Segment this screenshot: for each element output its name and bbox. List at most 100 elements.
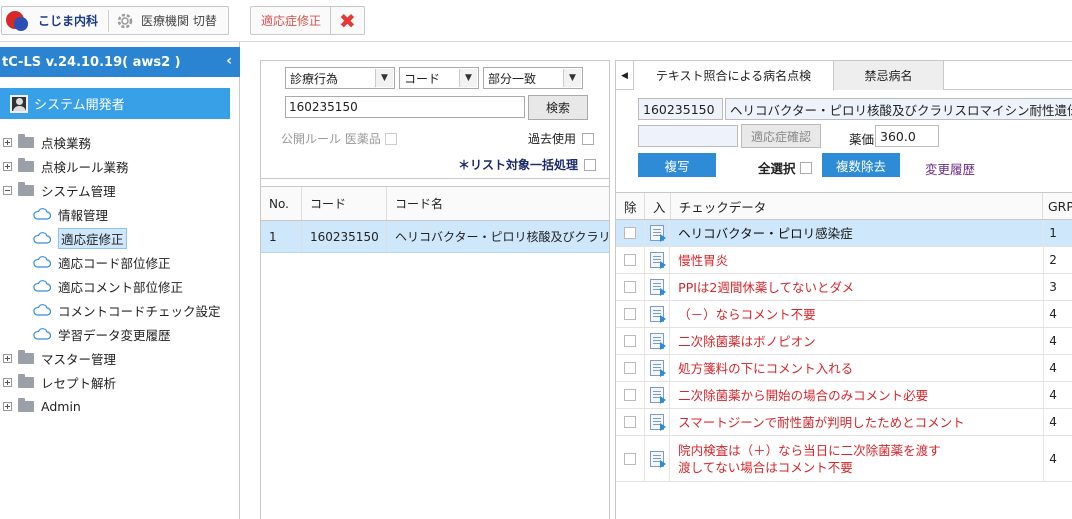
tree-item-comment-site-edit[interactable]: 適応コメント部位修正 — [0, 274, 240, 298]
indication-confirm-button[interactable]: 適応症確認 — [741, 124, 821, 148]
past-use-checkbox[interactable] — [582, 132, 595, 145]
row-checkbox[interactable] — [623, 227, 636, 239]
table-row[interactable]: 二次除菌薬から開始の場合のみコメント必要 4 — [616, 382, 1072, 409]
collapse-tree-icon[interactable] — [3, 185, 12, 195]
close-icon[interactable]: ✖ — [331, 6, 364, 35]
tree-item-comment-check[interactable]: コメントコードチェック設定 — [0, 298, 240, 322]
clinic-box: こじま内科 医療機関 切替 — [1, 6, 229, 35]
expand-icon[interactable] — [3, 401, 12, 411]
document-edit-icon[interactable] — [649, 450, 666, 468]
col-input-header[interactable]: 入 — [645, 193, 671, 219]
table-row[interactable]: PPIは2週間休薬してないとダメ 3 — [616, 274, 1072, 301]
col-check-data-header[interactable]: チェックデータ — [671, 193, 1043, 219]
user-bar[interactable]: システム開発者 — [0, 88, 230, 119]
document-edit-icon[interactable] — [649, 360, 666, 377]
collapse-icon[interactable]: ‹ — [226, 53, 232, 69]
tree-label: 適応コード部位修正 — [58, 255, 171, 271]
document-edit-icon[interactable] — [649, 414, 666, 431]
tree-item-indication-edit[interactable]: 適応症修正 — [0, 226, 240, 250]
row-input-cell — [645, 274, 671, 300]
row-remove-cell — [616, 409, 645, 435]
row-checkbox[interactable] — [623, 335, 636, 347]
category-select[interactable]: 診療行為 ▼ — [285, 67, 395, 89]
table-row[interactable]: 院内検査は（＋）なら当日に二次除菌薬を渡す 渡してない場合はコメント不要 4 — [616, 436, 1072, 482]
tree-item-system-admin[interactable]: システム管理 — [0, 178, 240, 202]
document-edit-icon[interactable] — [649, 279, 666, 296]
row-checkbox[interactable] — [623, 416, 636, 428]
copy-button[interactable]: 複写 — [638, 153, 716, 177]
col-grp-header[interactable]: GRP — [1043, 193, 1072, 219]
open-tab-label[interactable]: 適応症修正 — [251, 12, 330, 29]
table-row[interactable]: スマートジーンで耐性菌が判明したためとコメント 4 — [616, 409, 1072, 436]
multi-remove-button[interactable]: 複数除去 — [822, 153, 900, 177]
select-all-label: 全選択 — [758, 161, 796, 176]
switch-clinic-button[interactable]: 医療機関 切替 — [141, 12, 217, 29]
row-input-cell — [645, 355, 671, 381]
search-button[interactable]: 検索 — [528, 95, 588, 120]
expand-icon[interactable] — [3, 353, 12, 363]
select-all-checkbox[interactable] — [799, 161, 812, 174]
app-logo — [4, 8, 30, 34]
indication-input[interactable] — [638, 125, 738, 147]
tree-item-receipt-analysis[interactable]: レセプト解析 — [0, 370, 240, 394]
change-history-link[interactable]: 変更履歴 — [925, 159, 975, 178]
table-row[interactable]: ヘリコバクター・ピロリ感染症 1 — [616, 220, 1072, 247]
document-edit-icon[interactable] — [649, 306, 666, 323]
row-checkbox[interactable] — [623, 362, 636, 374]
row-input-cell — [645, 247, 671, 273]
document-edit-icon[interactable] — [649, 333, 666, 350]
row-checkbox[interactable] — [623, 389, 636, 401]
tab-text-matching[interactable]: テキスト照合による病名点検 — [634, 61, 834, 91]
tab-contraindication[interactable]: 禁忌病名 — [834, 61, 944, 90]
row-remove-cell — [616, 220, 645, 246]
chevron-down-icon[interactable]: ▼ — [459, 69, 477, 87]
field-select[interactable]: コード ▼ — [399, 67, 479, 89]
document-edit-icon[interactable] — [649, 252, 666, 269]
expand-icon[interactable] — [3, 377, 12, 387]
chevron-down-icon[interactable]: ▼ — [563, 69, 581, 87]
open-tab-chip[interactable]: 適応症修正 ✖ — [250, 6, 365, 35]
tree-label: 点検業務 — [41, 135, 92, 151]
table-row[interactable]: 1 160235150 ヘリコバクター・ピロリ核酸及びクラリスロマイシン耐性遺伝… — [261, 221, 609, 253]
batch-label: ＊リスト対象一括処理 — [458, 158, 579, 172]
document-edit-icon[interactable] — [649, 225, 666, 242]
chevron-down-icon[interactable]: ▼ — [375, 69, 393, 87]
table-row[interactable]: 二次除菌薬はボノピオン 4 — [616, 328, 1072, 355]
batch-checkbox[interactable] — [584, 158, 597, 171]
row-checkbox[interactable] — [623, 281, 636, 293]
col-remove-header[interactable]: 除 — [616, 193, 645, 219]
col-code-header[interactable]: コード — [302, 187, 387, 220]
col-no-header[interactable]: No. — [261, 187, 302, 220]
expand-icon[interactable] — [3, 161, 12, 171]
tree-item-master[interactable]: マスター管理 — [0, 346, 240, 370]
row-checkbox[interactable] — [623, 254, 636, 266]
row-grp: 4 — [1049, 388, 1057, 402]
divider — [108, 9, 110, 32]
match-select[interactable]: 部分一致 ▼ — [483, 67, 583, 89]
tree-item-learning-history[interactable]: 学習データ変更履歴 — [0, 322, 240, 346]
table-row[interactable]: 処方箋料の下にコメント入れる 4 — [616, 355, 1072, 382]
gear-icon[interactable] — [115, 11, 135, 31]
tree-item-info-management[interactable]: 情報管理 — [0, 202, 240, 226]
tree-item-admin[interactable]: Admin — [0, 394, 240, 418]
code-name-field: ヘリコバクター・ピロリ核酸及びクラリスロマイシン耐性遺伝子 — [725, 98, 1072, 120]
tree-item-code-site-edit[interactable]: 適応コード部位修正 — [0, 250, 240, 274]
row-checkbox[interactable] — [623, 452, 636, 465]
row-name: ヘリコバクター・ピロリ核酸及びクラリスロマイシン耐性遺伝子 — [395, 230, 609, 244]
search-area: 診療行為 ▼ コード ▼ 部分一致 ▼ 160235150 検索 公開ルール 医… — [261, 61, 609, 179]
table-row[interactable]: （－）ならコメント不要 4 — [616, 301, 1072, 328]
col-name-header[interactable]: コード名 — [387, 187, 609, 220]
expand-icon[interactable] — [3, 137, 12, 147]
tab-scroll-left-icon[interactable]: ◀ — [616, 61, 634, 90]
tree-item-inspection-rules[interactable]: 点検ルール業務 — [0, 154, 240, 178]
row-grp: 4 — [1049, 334, 1057, 348]
document-edit-icon[interactable] — [649, 387, 666, 404]
sidebar: tC-LS v.24.10.19( aws2 ) ‹ システム開発者 点検業務 … — [0, 42, 240, 519]
row-checkbox[interactable] — [623, 308, 636, 320]
public-rule-checkbox[interactable] — [384, 132, 397, 145]
table-row[interactable]: 慢性胃炎 2 — [616, 247, 1072, 274]
tree-item-inspection[interactable]: 点検業務 — [0, 130, 240, 154]
row-remove-cell — [616, 355, 645, 381]
code-search-input[interactable]: 160235150 — [285, 96, 525, 118]
clinic-name: こじま内科 — [38, 14, 99, 28]
